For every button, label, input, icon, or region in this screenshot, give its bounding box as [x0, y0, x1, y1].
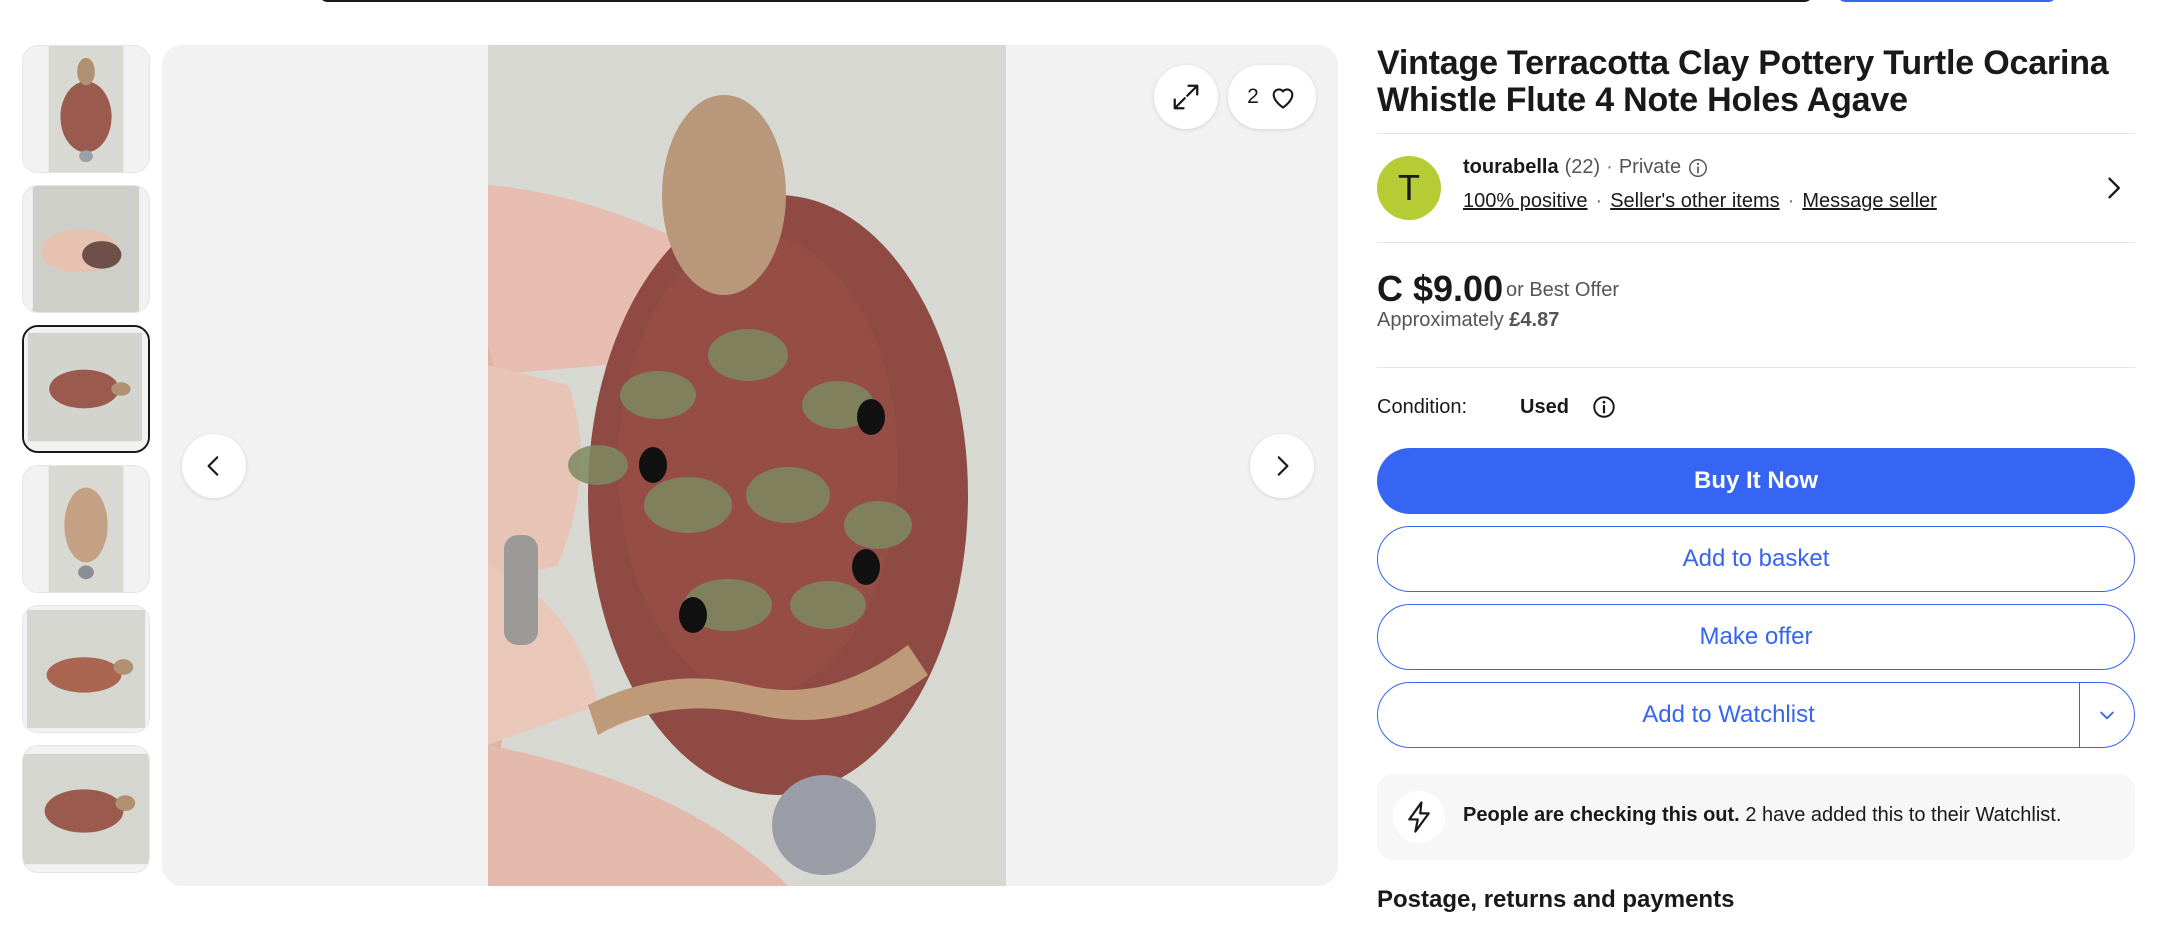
info-icon[interactable]	[1591, 394, 1617, 420]
separator-dot: ·	[1787, 190, 1795, 212]
condition-value: Used	[1520, 396, 1569, 418]
seller-card[interactable]: T tourabella (22) · Private 100% positiv…	[1377, 134, 2135, 242]
chevron-down-icon	[2100, 711, 2114, 720]
signal-text: People are checking this out. 2 have add…	[1463, 804, 2061, 827]
thumbnail-4-image	[23, 466, 149, 592]
product-photo	[488, 45, 1006, 886]
thumbnail-3-image	[24, 327, 148, 451]
thumbnail-1-image	[23, 46, 149, 172]
seller-avatar[interactable]: T	[1377, 156, 1441, 220]
listing-title: Vintage Terracotta Clay Pottery Turtle O…	[1377, 44, 2109, 119]
seller-name[interactable]: tourabella	[1463, 156, 1559, 179]
seller-info: tourabella (22) · Private	[1463, 156, 1709, 179]
search-button-edge[interactable]	[1836, 0, 2058, 2]
make-offer-button[interactable]: Make offer	[1377, 604, 2135, 670]
signal-rest-text: 2 have added this to their Watchlist.	[1745, 804, 2062, 826]
add-to-watchlist-button[interactable]: Add to Watchlist	[1378, 683, 2080, 747]
separator-dot: ·	[1595, 190, 1603, 212]
thumbnail-3[interactable]	[22, 325, 150, 453]
thumbnail-4[interactable]	[22, 465, 150, 593]
watchers-signal: People are checking this out. 2 have add…	[1377, 774, 2135, 860]
watchlist-control: Add to Watchlist	[1377, 682, 2135, 748]
turtle-ocarina-photo	[488, 45, 1006, 886]
seller-feedback-count: (22)	[1564, 156, 1601, 178]
seller-links: 100% positive · Seller's other items · M…	[1463, 190, 1937, 213]
condition-row: Condition: Used	[1377, 368, 2135, 448]
watch-count: 2	[1247, 85, 1259, 108]
seller-positive-link[interactable]: 100% positive	[1463, 190, 1588, 213]
thumbnail-5-image	[23, 606, 149, 732]
listing-details: Vintage Terracotta Clay Pottery Turtle O…	[1377, 45, 2135, 914]
seller-account-type: Private	[1618, 156, 1682, 178]
watchlist-dropdown-button[interactable]	[2080, 683, 2134, 747]
thumbnail-6-image	[23, 746, 149, 872]
thumbnail-5[interactable]	[22, 605, 150, 733]
search-bar-edge[interactable]	[318, 0, 1814, 2]
chevron-right-icon[interactable]	[2099, 174, 2127, 202]
lightning-icon	[1393, 791, 1445, 843]
price-section: C $9.00 or Best Offer Approximately £4.8…	[1377, 243, 2135, 367]
next-image-button[interactable]	[1250, 434, 1314, 498]
chevron-left-icon	[207, 456, 219, 476]
best-offer-label: or Best Offer	[1506, 279, 1620, 301]
previous-image-button[interactable]	[182, 434, 246, 498]
add-to-basket-button[interactable]: Add to basket	[1377, 526, 2135, 592]
postage-heading: Postage, returns and payments	[1377, 886, 1735, 913]
main-image-viewer[interactable]: 2	[162, 45, 1338, 886]
chevron-right-icon	[1277, 456, 1289, 476]
watch-heart-button[interactable]: 2	[1228, 65, 1316, 129]
thumbnail-2[interactable]	[22, 185, 150, 313]
expand-icon	[1173, 84, 1199, 110]
approx-label: Approximately	[1377, 309, 1504, 331]
approx-value: £4.87	[1509, 309, 1560, 331]
message-seller-link[interactable]: Message seller	[1802, 190, 1937, 213]
buy-it-now-button[interactable]: Buy It Now	[1377, 448, 2135, 514]
thumbnail-6[interactable]	[22, 745, 150, 873]
condition-label: Condition:	[1377, 396, 1468, 418]
thumbnail-1[interactable]	[22, 45, 150, 173]
seller-other-items-link[interactable]: Seller's other items	[1610, 190, 1779, 213]
info-icon[interactable]	[1687, 157, 1709, 179]
thumbnail-strip	[22, 45, 150, 885]
approx-price: Approximately £4.87	[1377, 309, 1559, 332]
signal-bold-text: People are checking this out.	[1463, 804, 1740, 826]
separator-dot: ·	[1606, 156, 1613, 178]
heart-icon	[1272, 88, 1294, 109]
thumbnail-2-image	[23, 186, 149, 312]
expand-button[interactable]	[1154, 65, 1218, 129]
price-amount: C $9.00	[1377, 268, 1504, 309]
